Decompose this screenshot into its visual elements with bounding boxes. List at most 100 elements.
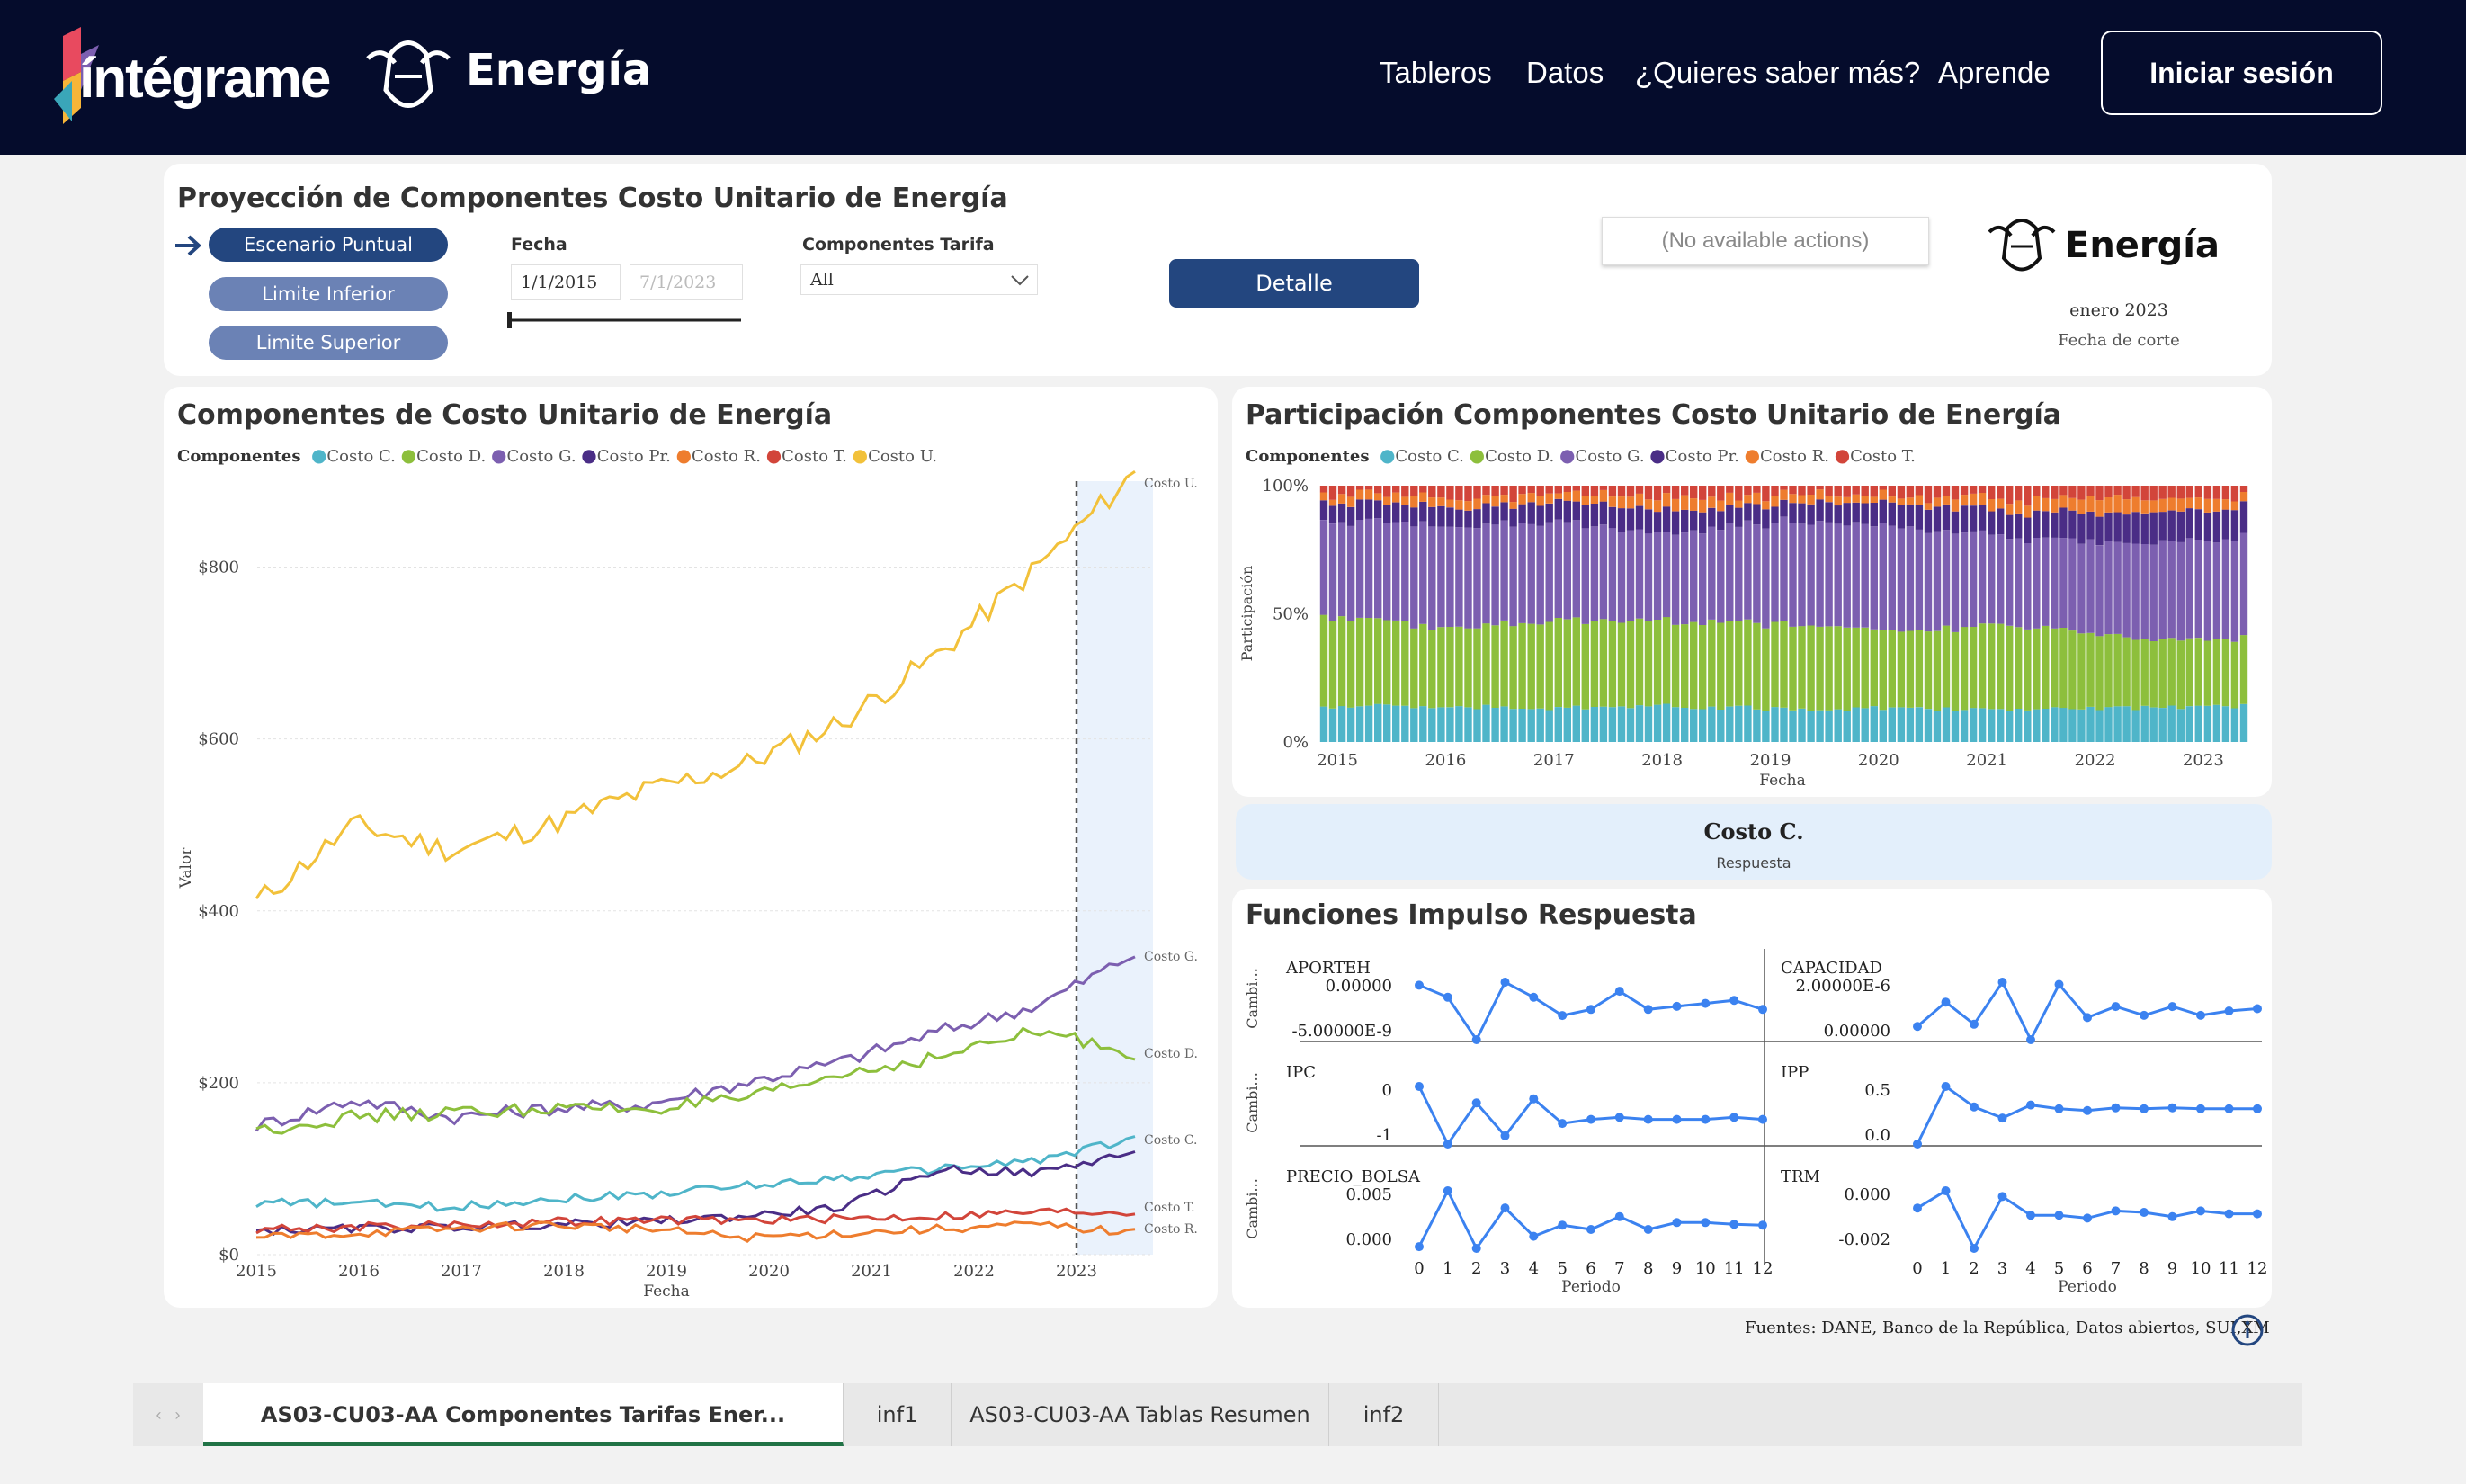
chevron-left-icon[interactable]: ‹ [156,1406,161,1424]
bar-segment [1473,528,1481,629]
bar-segment [1744,705,1752,742]
bar-segment [1888,496,1896,503]
info-icon[interactable] [2230,1313,2265,1347]
bar-segment [1419,623,1427,707]
bar-segment [1581,496,1589,505]
bar-segment [1671,498,1680,512]
detalle-button[interactable]: Detalle [1169,259,1419,308]
bar-segment [1401,621,1409,706]
componentes-tarifa-dropdown[interactable]: All [800,264,1038,295]
bar-segment [2158,639,2167,708]
bar-segment [2042,497,2050,512]
bar-segment [1410,526,1418,629]
line-chart-plot[interactable]: $0$200$400$600$8002015 2016 2017 2018 2019 20… [164,468,1218,1308]
bar-segment [2042,625,2050,709]
nav-link-datos[interactable]: Datos [1526,56,1604,90]
date-range-slider[interactable] [505,309,748,331]
bar-segment [1681,624,1689,708]
tab-inf1[interactable]: inf1 [844,1383,952,1446]
bar-segment [1753,524,1761,623]
irf-point [2167,1002,2177,1012]
legend-dot-costo-g: ● [1559,444,1576,466]
bar-segment [2167,486,2176,498]
bar-segment [1735,705,1743,742]
bar-segment [2167,541,2176,639]
controls-title: Proyección de Componentes Costo Unitario… [177,183,1008,214]
bar-segment [1644,486,1653,500]
bar-segment [1798,503,1806,524]
irf-x-tick: 7 [2111,1259,2121,1278]
scenario-limite-superior-button[interactable]: Limite Superior [209,326,448,360]
tab-tablas-resumen[interactable]: AS03-CU03-AA Tablas Resumen [952,1383,1329,1446]
nav-link-tableros[interactable]: Tableros [1380,56,1492,90]
bar-segment [1690,621,1698,710]
bar-segment [1915,495,1924,505]
bar-segment [2221,539,2230,639]
bar-segment [1843,496,1851,504]
bar-segment [2113,512,2122,542]
nav-link-saber-mas[interactable]: ¿Quieres saber más? [1635,56,1920,90]
irf-y-tick: -1 [1376,1126,1392,1145]
bar-segment [1346,486,1355,497]
x-tick-label: 2016 [1425,751,1466,770]
irf-point [1614,1113,1624,1122]
bar-segment [2006,504,2014,515]
login-button[interactable]: Iniciar sesión [2101,31,2382,115]
scenario-limite-inferior-button[interactable]: Limite Inferior [209,277,448,311]
bar-segment [1635,618,1644,706]
bar-segment [1374,618,1382,704]
scenario-puntual-button[interactable]: Escenario Puntual [209,228,448,262]
bar-segment [2194,638,2202,706]
bar-segment [1518,523,1526,623]
integrame-wordmark: íntégrame [79,48,331,110]
irf-plot[interactable]: Cambi...Cambi...Cambi...APORTEH0.00000-5… [1232,935,2272,1308]
fecha-from-input[interactable]: 1/1/2015 [511,264,621,300]
bar-segment [1554,519,1562,618]
legend-dot-costo-c: ● [310,444,327,466]
bar-segment [1816,499,1824,522]
bar-segment [1518,709,1526,742]
bar-segment [2015,709,2023,742]
irf-point [2253,1004,2262,1014]
bar-segment [1437,526,1445,628]
nav-link-aprende[interactable]: Aprende [1938,56,2051,90]
bar-chart-plot[interactable]: 0% 50% 100% Participación 2015 2016 2017 2018 20… [1232,468,2272,797]
x-tick-label: 2018 [543,1262,585,1281]
fecha-to-input[interactable]: 7/1/2023 [630,264,743,300]
bar-segment [2095,636,2104,711]
bar-segment [1807,504,1815,525]
bar-segment [1419,492,1427,502]
bar-segment [1446,526,1454,627]
bar-segment [1735,526,1743,621]
bar-segment [1708,486,1716,497]
bar-segment [1951,511,1960,534]
bar-segment [1662,493,1671,507]
bar-segment [1428,526,1436,630]
bar-segment [1933,506,1942,532]
bar-segment [1653,532,1662,620]
bar-segment [2122,706,2131,742]
bar-segment [2042,486,2050,498]
bar-segment [1726,706,1734,742]
bar-segment [1500,621,1508,707]
bar-segment [2131,486,2140,497]
bar-segment [1843,503,1851,526]
bar-segment [1969,493,1978,506]
chevron-right-icon[interactable]: › [175,1406,181,1424]
bar-segment [2158,498,2167,513]
selected-component-sub: Respuesta [1716,854,1791,872]
bar-segment [1726,523,1734,621]
tab-componentes-tarifas[interactable]: AS03-CU03-AA Componentes Tarifas Ener... [203,1383,844,1446]
tab-scroll-arrows[interactable]: ‹ › [133,1383,203,1446]
bar-segment [2068,538,2077,631]
irf-point [1941,1082,1951,1091]
legend-dot-costo-g: ● [490,444,507,466]
series-end-label: Costo D. [1144,1047,1198,1061]
bar-segment [1545,493,1553,504]
bar-segment [1617,532,1626,623]
tab-inf2[interactable]: inf2 [1329,1383,1439,1446]
bar-segment [1726,621,1734,707]
bar-segment [1997,534,2005,624]
bar-segment [2176,511,2185,542]
bar-segment [1446,507,1454,527]
